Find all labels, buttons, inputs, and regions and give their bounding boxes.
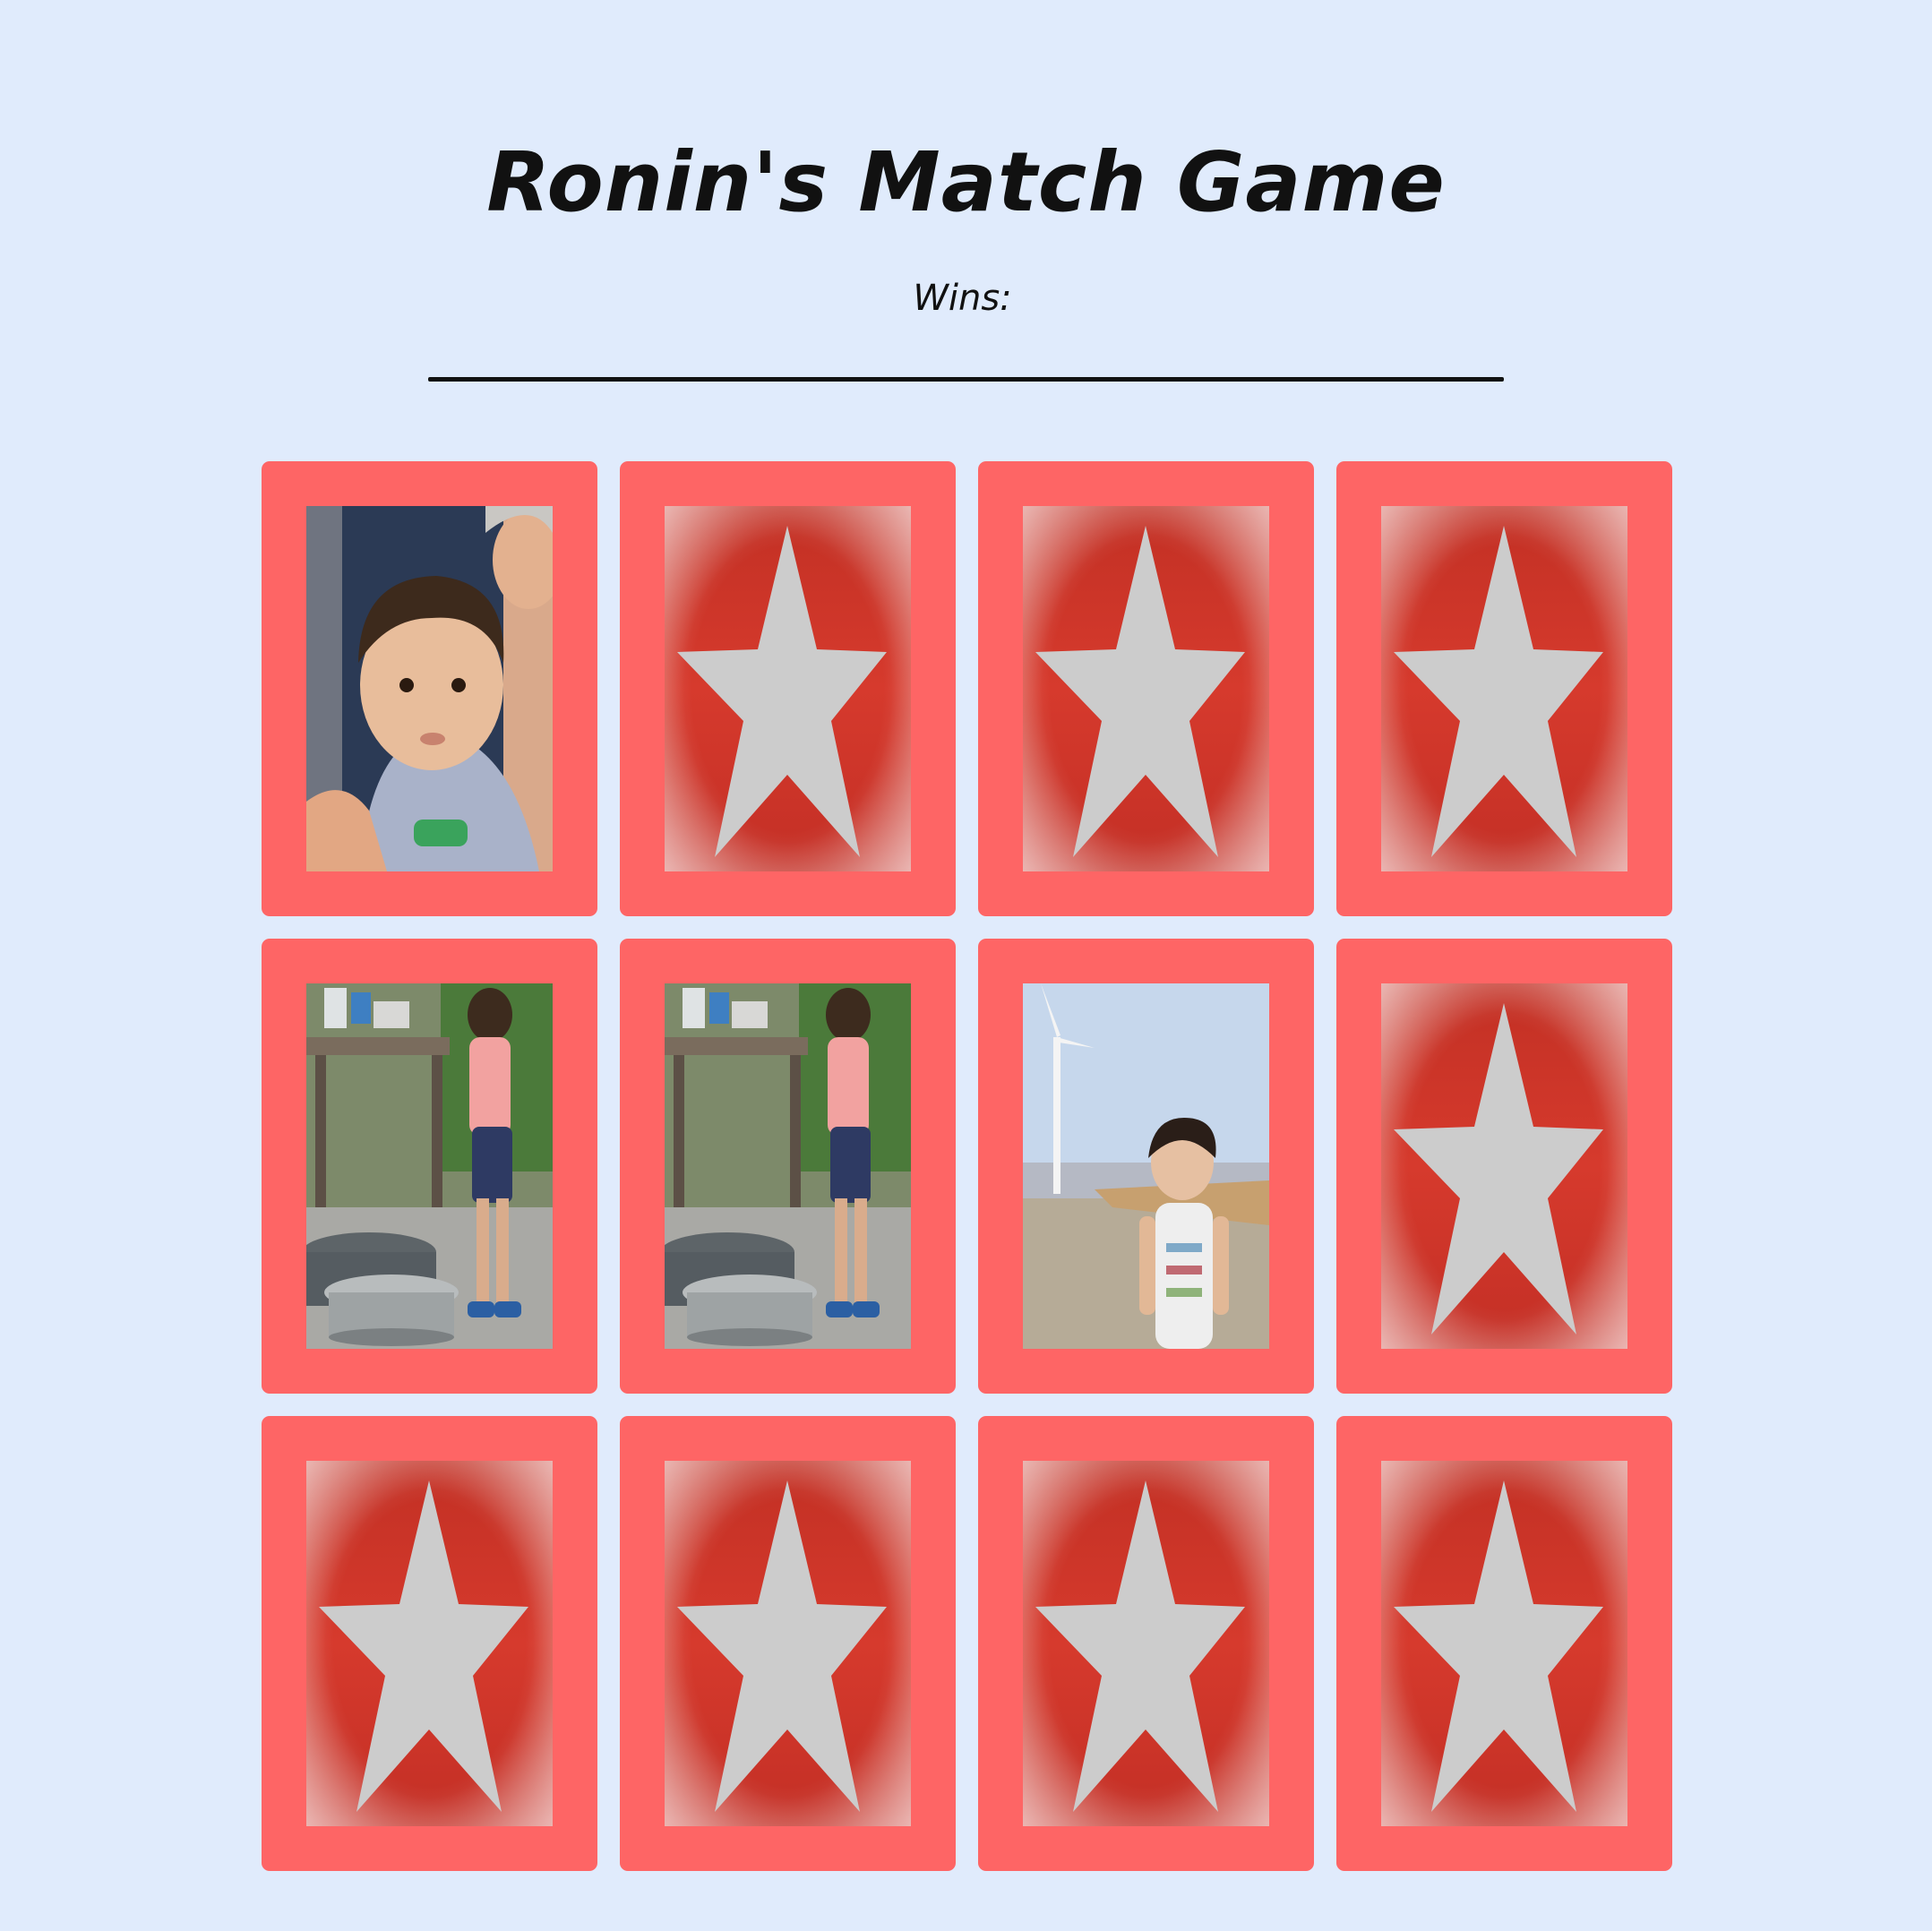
card-face bbox=[306, 983, 553, 1349]
card-back bbox=[665, 506, 911, 871]
card-back bbox=[1381, 983, 1627, 1349]
toddler-by-water-basin-photo bbox=[665, 983, 911, 1349]
card-back bbox=[1381, 1461, 1627, 1826]
star-card-back bbox=[665, 1461, 911, 1826]
star-card-back bbox=[306, 1461, 553, 1826]
card-2-3[interactable] bbox=[978, 939, 1314, 1394]
card-back bbox=[306, 1461, 553, 1826]
toddler-with-grandmother-photo bbox=[306, 506, 553, 871]
star-icon bbox=[1381, 506, 1627, 871]
card-1-2[interactable] bbox=[620, 461, 956, 916]
star-icon bbox=[1023, 506, 1269, 871]
toddler-at-windmill-beach-photo bbox=[1023, 983, 1269, 1349]
star-card-back bbox=[1381, 983, 1627, 1349]
toddler-by-water-basin-photo bbox=[306, 983, 553, 1349]
card-back bbox=[1023, 506, 1269, 871]
star-card-back bbox=[1023, 1461, 1269, 1826]
card-photo bbox=[306, 506, 553, 871]
star-icon bbox=[1381, 1461, 1627, 1826]
page-title: Ronin's Match Game bbox=[486, 134, 1446, 230]
wins-label: Wins: bbox=[913, 278, 1012, 319]
header-divider bbox=[428, 377, 1504, 382]
card-face bbox=[306, 506, 553, 871]
star-icon bbox=[306, 1461, 553, 1826]
star-icon bbox=[1381, 983, 1627, 1349]
card-3-2[interactable] bbox=[620, 1416, 956, 1871]
star-card-back bbox=[1381, 1461, 1627, 1826]
card-1-4[interactable] bbox=[1336, 461, 1672, 916]
card-photo bbox=[306, 983, 553, 1349]
card-3-4[interactable] bbox=[1336, 1416, 1672, 1871]
card-back bbox=[1023, 1461, 1269, 1826]
card-face bbox=[1023, 983, 1269, 1349]
card-2-2[interactable] bbox=[620, 939, 956, 1394]
star-icon bbox=[1023, 1461, 1269, 1826]
card-3-3[interactable] bbox=[978, 1416, 1314, 1871]
star-card-back bbox=[1381, 506, 1627, 871]
star-card-back bbox=[665, 506, 911, 871]
card-2-4[interactable] bbox=[1336, 939, 1672, 1394]
star-icon bbox=[665, 1461, 911, 1826]
card-3-1[interactable] bbox=[262, 1416, 597, 1871]
game-board bbox=[262, 461, 1672, 1872]
card-1-1[interactable] bbox=[262, 461, 597, 916]
star-icon bbox=[665, 506, 911, 871]
card-back bbox=[665, 1461, 911, 1826]
card-face bbox=[665, 983, 911, 1349]
star-card-back bbox=[1023, 506, 1269, 871]
card-back bbox=[1381, 506, 1627, 871]
card-photo bbox=[1023, 983, 1269, 1349]
card-photo bbox=[665, 983, 911, 1349]
card-2-1[interactable] bbox=[262, 939, 597, 1394]
card-1-3[interactable] bbox=[978, 461, 1314, 916]
wins-counter: Wins: bbox=[0, 278, 1932, 319]
